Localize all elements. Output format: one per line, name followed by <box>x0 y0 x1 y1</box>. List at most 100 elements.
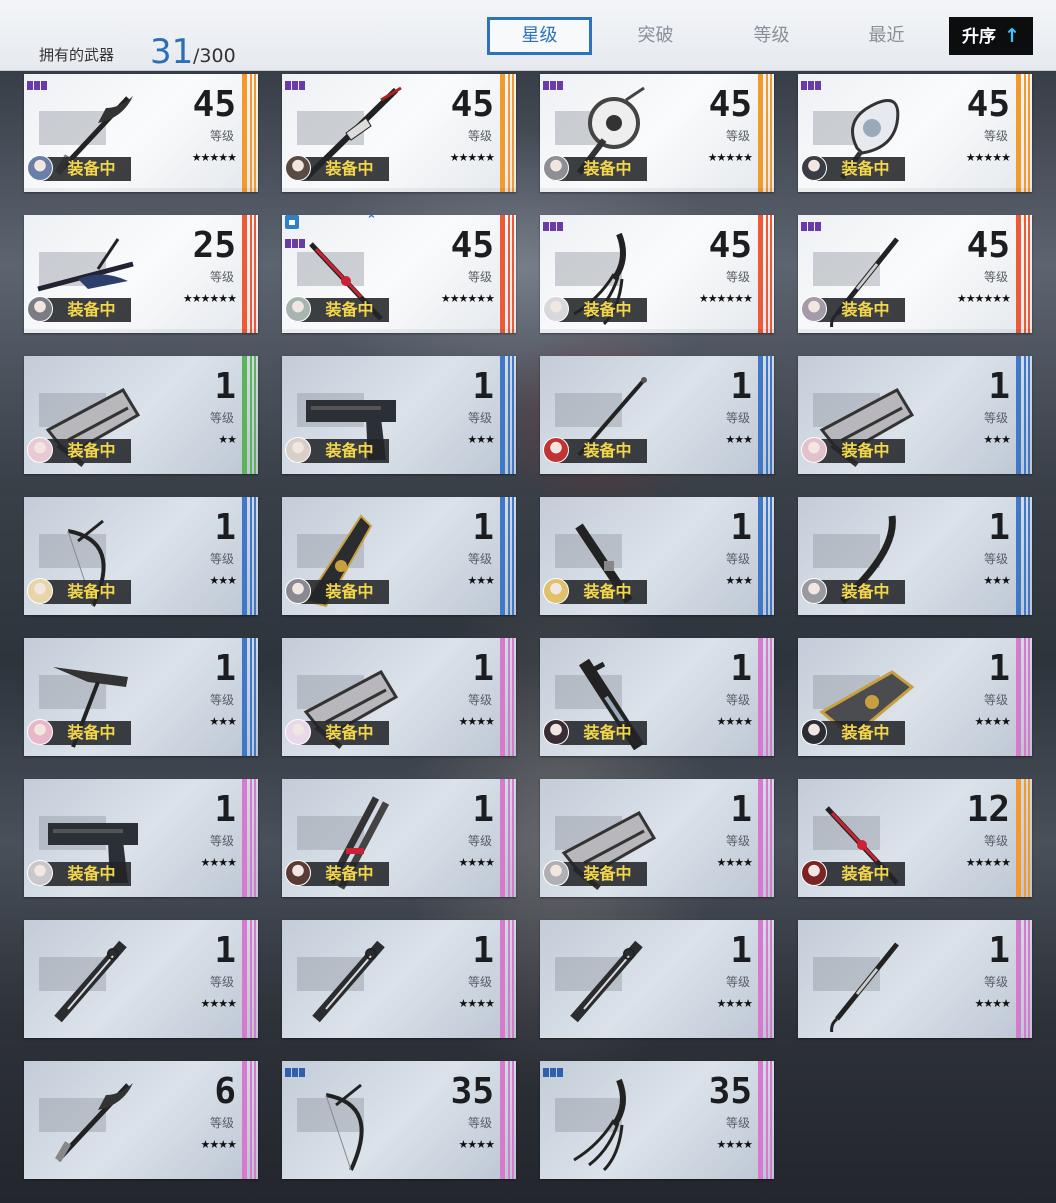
rarity-stripe <box>500 920 516 1038</box>
level-label: 等级 <box>209 693 234 707</box>
breakthrough-badge <box>285 233 306 252</box>
star-rating: ★★★★★★ <box>698 292 753 305</box>
weapon-card[interactable]: 45 等级 ★★★★★ 装备中 <box>24 74 258 192</box>
equipped-label: 装备中 <box>325 441 374 460</box>
level-label: 等级 <box>983 693 1008 707</box>
level-label: 等级 <box>725 1116 750 1130</box>
weapon-card[interactable]: 1 等级 ★★★★ 装备中 <box>798 638 1032 756</box>
equipped-label: 装备中 <box>67 864 116 883</box>
sheath-icon <box>312 940 385 1023</box>
sheath-icon <box>570 940 643 1023</box>
level-label: 等级 <box>467 693 492 707</box>
weapon-card[interactable]: 1 等级 ★★★★ 装备中 <box>540 638 774 756</box>
weapon-card[interactable]: 1 等级 ★★★★ <box>282 920 516 1038</box>
character-avatar <box>285 719 311 745</box>
equipped-tag: 装备中 <box>285 296 389 324</box>
star-rating: ★★★★ <box>716 715 753 728</box>
equipped-label: 装备中 <box>325 864 374 883</box>
weapon-card[interactable]: 1 等级 ★★★ 装备中 <box>540 497 774 615</box>
equipped-label: 装备中 <box>583 582 632 601</box>
sort-tab-breakthrough[interactable]: 突破 <box>603 17 708 55</box>
weapon-card[interactable]: 45 等级 ★★★★★★ 装备中 <box>798 215 1032 333</box>
star-rating: ★★★★ <box>458 997 495 1010</box>
weapon-card[interactable]: 1 等级 ★★★ 装备中 <box>798 497 1032 615</box>
star-rating: ★★★★ <box>200 1138 237 1151</box>
equipped-tag: 装备中 <box>801 578 905 606</box>
weapon-card[interactable]: 1 等级 ★★★★ <box>540 920 774 1038</box>
weapon-card[interactable]: 1 等级 ★★ 装备中 <box>24 356 258 474</box>
star-rating: ★★★★★ <box>191 151 237 164</box>
equipped-label: 装备中 <box>841 582 890 601</box>
weapon-level: 25 <box>192 225 236 266</box>
weapon-level: 1 <box>988 366 1010 407</box>
lock-icon[interactable] <box>285 215 299 229</box>
weapon-card[interactable]: 1 等级 ★★★ 装备中 <box>24 497 258 615</box>
rarity-stripe <box>1016 356 1032 474</box>
character-avatar <box>27 860 53 886</box>
level-label: 等级 <box>209 411 234 425</box>
weapon-card[interactable]: 1 等级 ★★★★ 装备中 <box>24 779 258 897</box>
character-avatar <box>543 719 569 745</box>
weapon-level: 1 <box>988 930 1010 971</box>
weapon-card[interactable]: 25 等级 ★★★★★★ 装备中 <box>24 215 258 333</box>
equipped-tag: 装备中 <box>801 860 905 888</box>
weapon-card[interactable]: 1 等级 ★★★ 装备中 <box>282 497 516 615</box>
weapon-card[interactable]: 1 等级 ★★★ 装备中 <box>540 356 774 474</box>
character-avatar <box>27 296 53 322</box>
lance-icon <box>54 1083 133 1162</box>
rarity-stripe <box>500 1061 516 1179</box>
rarity-stripe <box>242 497 258 615</box>
character-avatar <box>801 719 827 745</box>
sort-tab-recent[interactable]: 最近 <box>834 17 939 55</box>
weapon-card[interactable]: 35 等级 ★★★★ <box>282 1061 516 1179</box>
weapon-card[interactable]: 45 等级 ★★★★★ 装备中 <box>282 74 516 192</box>
level-label: 等级 <box>209 129 234 143</box>
rarity-stripe <box>758 638 774 756</box>
rarity-stripe <box>1016 920 1032 1038</box>
weapon-card[interactable]: 1 等级 ★★★ 装备中 <box>282 356 516 474</box>
star-rating: ★★★★★★ <box>182 292 237 305</box>
weapon-card[interactable]: 1 等级 ★★★ 装备中 <box>798 356 1032 474</box>
weapon-card[interactable]: ⌃ 45 等级 ★★★★★★ 装备中 <box>282 215 516 333</box>
weapon-level: 6 <box>214 1071 236 1112</box>
weapon-level: 1 <box>214 930 236 971</box>
equipped-tag: 装备中 <box>285 578 389 606</box>
breakthrough-badge <box>801 216 822 235</box>
owned-weapons-count: 31 <box>150 32 194 72</box>
equipped-label: 装备中 <box>583 300 632 319</box>
equipped-label: 装备中 <box>841 159 890 178</box>
equipped-tag: 装备中 <box>285 860 389 888</box>
weapon-card[interactable]: 45 等级 ★★★★★ 装备中 <box>798 74 1032 192</box>
sort-tab-level[interactable]: 等级 <box>719 17 824 55</box>
weapon-level: 1 <box>472 507 494 548</box>
sort-order-button[interactable]: 升序 ↑ <box>949 17 1033 55</box>
sort-tab-star[interactable]: 星级 <box>487 17 592 55</box>
weapon-card[interactable]: 1 等级 ★★★ 装备中 <box>24 638 258 756</box>
weapon-card[interactable]: 35 等级 ★★★★ <box>540 1061 774 1179</box>
level-label: 等级 <box>725 834 750 848</box>
spear-icon <box>830 942 899 1032</box>
weapon-card[interactable]: 45 等级 ★★★★★ 装备中 <box>540 74 774 192</box>
character-avatar <box>285 155 311 181</box>
weapon-card[interactable]: 1 等级 ★★★★ 装备中 <box>282 779 516 897</box>
weapon-level: 1 <box>988 648 1010 689</box>
weapon-card[interactable]: 45 等级 ★★★★★★ 装备中 <box>540 215 774 333</box>
weapon-level: 1 <box>730 789 752 830</box>
weapon-card[interactable]: 12 等级 ★★★★★ 装备中 <box>798 779 1032 897</box>
rarity-stripe <box>758 920 774 1038</box>
equipped-tag: 装备中 <box>27 437 131 465</box>
character-avatar <box>801 578 827 604</box>
character-avatar <box>801 296 827 322</box>
equipped-tag: 装备中 <box>27 860 131 888</box>
star-rating: ★★★★★ <box>707 151 753 164</box>
weapon-level: 1 <box>214 648 236 689</box>
weapon-card[interactable]: 6 等级 ★★★★ <box>24 1061 258 1179</box>
weapon-card[interactable]: 1 等级 ★★★★ 装备中 <box>282 638 516 756</box>
weapon-card[interactable]: 1 等级 ★★★★ <box>24 920 258 1038</box>
weapon-card[interactable]: 1 等级 ★★★★ 装备中 <box>540 779 774 897</box>
equipped-tag: 装备中 <box>801 155 905 183</box>
weapon-card[interactable]: 1 等级 ★★★★ <box>798 920 1032 1038</box>
level-label: 等级 <box>467 411 492 425</box>
rarity-stripe <box>242 215 258 333</box>
equipped-tag: 装备中 <box>543 719 647 747</box>
